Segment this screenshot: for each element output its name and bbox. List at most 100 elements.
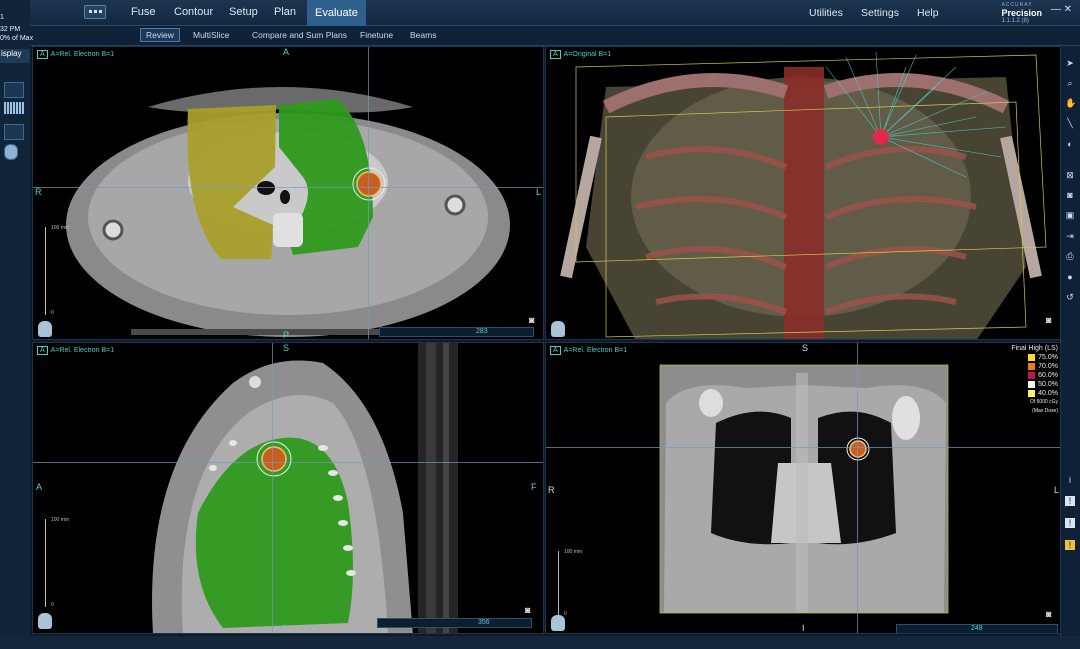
info-icon[interactable]: i: [1065, 475, 1075, 485]
sagittal-tumor: [261, 446, 287, 472]
coronal-snapshot-camera-icon[interactable]: ◙: [1046, 609, 1051, 619]
axial-orient-top: A: [283, 47, 290, 57]
render-3d-viewport[interactable]: A A=Original B=1 ◙: [545, 46, 1061, 340]
axial-snapshot-camera-icon[interactable]: ◙: [529, 315, 534, 325]
dose-level-1-label: 75.0%: [1038, 354, 1058, 361]
sagittal-label-text: A=Rel. Electron B=1: [50, 347, 115, 354]
tab-beams[interactable]: Beams: [410, 30, 436, 40]
nav-evaluate[interactable]: Evaluate: [307, 0, 366, 26]
sagittal-scale-top: 100 mm: [51, 517, 70, 523]
nav-fuse[interactable]: Fuse: [131, 6, 155, 18]
nav-plan[interactable]: Plan: [274, 6, 296, 18]
print-icon[interactable]: ⎙: [1065, 251, 1075, 261]
dose-legend-footer2: (Max Dose): [1032, 408, 1058, 414]
help-menu[interactable]: Help: [917, 7, 939, 19]
axial-label-text: A=Rel. Electron B=1: [50, 51, 115, 58]
brand-name: Precision: [1001, 8, 1042, 18]
sagittal-slice-number: 356: [478, 619, 490, 626]
pointer-icon[interactable]: ➤: [1065, 58, 1075, 68]
coronal-orientation-head-icon: [551, 615, 565, 631]
grid-tool-icon[interactable]: [4, 102, 24, 114]
coronal-crosshair-v: [857, 343, 858, 633]
coronal-crosshair-h: [546, 447, 1060, 448]
dose-level-5: 40.0%: [948, 389, 1058, 398]
coronal-orient-right: L: [1054, 485, 1060, 495]
coronal-viewport[interactable]: A A=Rel. Electron B=1 S R L I 100 mm 0 24…: [545, 342, 1061, 634]
utilities-menu[interactable]: Utilities: [809, 7, 843, 19]
coronal-label-text: A=Rel. Electron B=1: [563, 347, 628, 354]
sagittal-scale-bottom: 0: [51, 602, 54, 608]
render3d-orientation-head-icon: [551, 321, 565, 337]
sagittal-viewport[interactable]: A A=Rel. Electron B=1 S A F I 100 mm 0 35…: [32, 342, 544, 634]
sagittal-snapshot-camera-icon[interactable]: ◙: [525, 605, 530, 615]
dose-max-text: 0% of Max: [0, 35, 34, 42]
window-level-icon[interactable]: ◐: [1065, 139, 1075, 149]
head-view-icon[interactable]: [4, 144, 18, 160]
layout-icon[interactable]: ⊠: [1065, 170, 1075, 180]
coronal-slice-slider[interactable]: 248: [896, 624, 1058, 633]
axial-crosshair-h: [33, 187, 543, 188]
axial-orientation-head-icon: [38, 321, 52, 337]
app-menu-button[interactable]: [84, 5, 106, 19]
sagittal-scale-bar: [45, 519, 51, 607]
dose-swatch-2: [1028, 362, 1036, 370]
coronal-slice-number: 248: [971, 625, 983, 632]
render-3d-tumor: [873, 129, 889, 145]
tab-multislice[interactable]: MultiSlice: [193, 30, 229, 40]
spine-render: [784, 67, 824, 339]
contour-tool-icon[interactable]: [4, 82, 24, 98]
pan-hand-icon[interactable]: ✋: [1065, 98, 1076, 108]
axial-scale-bar: [45, 227, 51, 315]
sagittal-viewport-label: A A=Rel. Electron B=1: [37, 346, 114, 355]
render-3d-image: [546, 47, 1060, 339]
axial-crosshair-v: [368, 47, 369, 339]
sagittal-crosshair-h: [33, 462, 543, 463]
dose-level-2-label: 70.0%: [1038, 363, 1058, 370]
dose-level-4: 50.0%: [948, 380, 1058, 389]
dose-swatch-5: [1028, 389, 1036, 397]
axial-ct-image: [66, 87, 510, 337]
coronal-orient-top: S: [802, 343, 809, 353]
export-icon[interactable]: ⇥: [1065, 231, 1075, 241]
coronal-scale-bar: [558, 551, 564, 616]
sagittal-orient-bottom: I: [283, 623, 286, 633]
display-label: isplay: [0, 49, 30, 63]
patient-icon[interactable]: ●: [1065, 272, 1075, 282]
structure-tool-icon[interactable]: [4, 124, 24, 140]
dose-swatch-1: [1028, 353, 1036, 361]
document-icon[interactable]: !: [1065, 496, 1075, 506]
axial-viewport[interactable]: A A=Rel. Electron B=1 A R L P 100 mm 0 28…: [32, 46, 544, 340]
measure-icon[interactable]: ╲: [1065, 118, 1075, 128]
dose-level-5-label: 40.0%: [1038, 390, 1058, 397]
tab-finetune[interactable]: Finetune: [360, 30, 393, 40]
dose-legend-title: Final High (LS): [1011, 345, 1058, 352]
time-readout: 1: [0, 14, 4, 21]
top-nav-bar: Fuse Contour Setup Plan Evaluate Utiliti…: [0, 0, 1080, 26]
dose-level-1: 75.0%: [948, 353, 1058, 362]
tab-review[interactable]: Review: [140, 28, 180, 42]
settings-menu[interactable]: Settings: [861, 7, 899, 19]
nav-contour[interactable]: Contour: [174, 6, 213, 18]
rotate-icon[interactable]: ↺: [1065, 292, 1075, 302]
brand-logo: ACCURAY Precision 1.1.1.2 (8): [1001, 2, 1042, 24]
render3d-viewport-label: A A=Original B=1: [550, 50, 611, 59]
axial-viewport-label: A A=Rel. Electron B=1: [37, 50, 114, 59]
sagittal-slice-slider[interactable]: 356: [377, 618, 532, 628]
render3d-snapshot-camera-icon[interactable]: ◙: [1046, 315, 1051, 325]
coronal-orient-bottom: I: [802, 623, 805, 633]
dose-level-4-label: 50.0%: [1038, 381, 1058, 388]
zoom-icon[interactable]: ⌕: [1065, 78, 1075, 88]
document-2-icon[interactable]: !: [1065, 518, 1075, 528]
nav-setup[interactable]: Setup: [229, 6, 258, 18]
save-icon[interactable]: ▣: [1065, 210, 1075, 220]
warning-icon[interactable]: !: [1065, 540, 1075, 550]
coronal-scale-bottom: 0: [564, 611, 567, 617]
render3d-label-text: A=Original B=1: [563, 51, 612, 58]
axial-tumor: [356, 171, 382, 197]
window-controls[interactable]: — ✕: [1051, 4, 1072, 15]
app-version: 1.1.1.2 (8): [1001, 18, 1029, 24]
tab-compare-sum-plans[interactable]: Compare and Sum Plans: [252, 30, 347, 40]
axial-orient-left: R: [35, 187, 42, 197]
camera-icon[interactable]: ◙: [1065, 190, 1075, 200]
axial-slice-slider[interactable]: 283: [379, 327, 534, 337]
